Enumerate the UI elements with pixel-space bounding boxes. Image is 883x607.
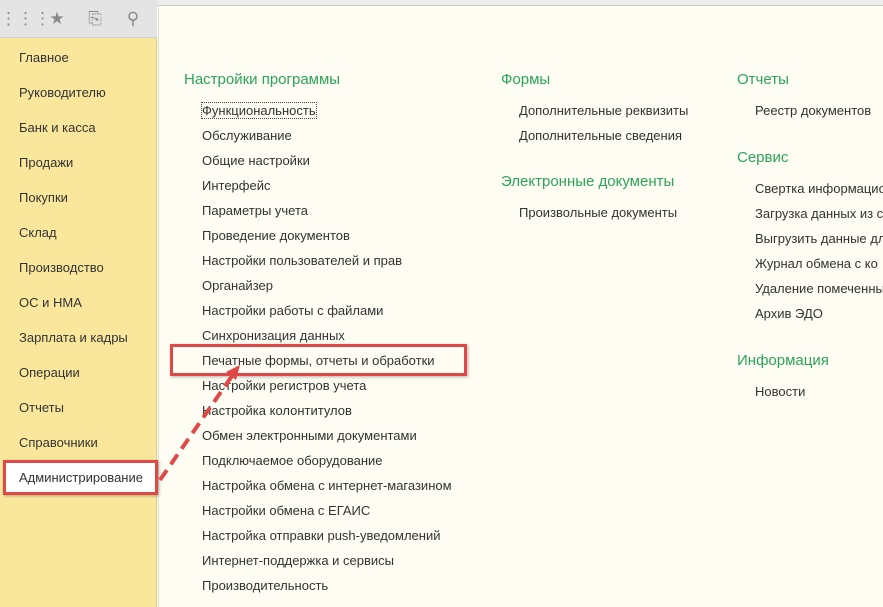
menu-link-label: Журнал обмена с ко: [755, 256, 878, 271]
menu-link-label: Синхронизация данных: [202, 328, 345, 343]
menu-link-label: Обслуживание: [202, 128, 292, 143]
menu-link[interactable]: Произвольные документы: [501, 200, 731, 225]
group-title: Отчеты: [737, 71, 789, 88]
menu-link[interactable]: Интернет-поддержка и сервисы: [184, 548, 484, 573]
menu-column: Формы Дополнительные реквизиты Дополнитель…: [501, 67, 731, 225]
menu-link[interactable]: Органайзер: [184, 273, 484, 298]
menu-column: Отчеты Реестр документов Сервис Свертка инф…: [737, 67, 883, 404]
sidebar-item[interactable]: Зарплата и кадры: [3, 320, 157, 355]
menu-link-label: Настройка обмена с интернет-магазином: [202, 478, 452, 493]
sidebar-item[interactable]: ОС и НМА: [3, 285, 157, 320]
group-title: Формы: [501, 71, 551, 88]
menu-link-label: Параметры учета: [202, 203, 309, 218]
menu-link[interactable]: Загрузка данных из с: [737, 201, 883, 226]
menu-link-label: Настройки работы с файлами: [202, 303, 384, 318]
menu-link[interactable]: Настройка отправки push-уведомлений: [184, 523, 484, 548]
sidebar-item[interactable]: Банк и касса: [3, 110, 157, 145]
sidebar-item[interactable]: Продажи: [3, 145, 157, 180]
search-icon[interactable]: ⚲: [114, 9, 152, 29]
menu-link-label: Интернет-поддержка и сервисы: [202, 553, 395, 568]
menu-link[interactable]: Настройка обмена с интернет-магазином: [184, 473, 484, 498]
menu-link-label: Производительность: [202, 578, 329, 593]
menu-link-label: Свертка информацио: [755, 181, 883, 196]
group-title: Настройки программы: [184, 71, 341, 88]
menu-link-label: Архив ЭДО: [755, 306, 823, 321]
sidebar-item[interactable]: Главное: [3, 40, 157, 75]
menu-link[interactable]: Обслуживание: [184, 123, 484, 148]
menu-link[interactable]: Функциональность: [184, 98, 484, 123]
menu-link-label: Удаление помеченны: [755, 281, 883, 296]
menu-link[interactable]: Обмен электронными документами: [184, 423, 484, 448]
menu-link-label: Подключаемое оборудование: [202, 453, 383, 468]
menu-link-label: Загрузка данных из с: [755, 206, 883, 221]
menu-link[interactable]: Параметры учета: [184, 198, 484, 223]
menu-link[interactable]: Выгрузить данные дл: [737, 226, 883, 251]
sidebar-item[interactable]: Руководителю: [3, 75, 157, 110]
menu-link[interactable]: Архив ЭДО: [737, 301, 883, 326]
highlight-print-forms: [170, 344, 467, 376]
group-title: Электронные документы: [501, 173, 675, 190]
star-icon[interactable]: ★: [38, 9, 76, 29]
menu-link-label: Интерфейс: [202, 178, 271, 193]
menu-link-label: Новости: [755, 384, 806, 399]
menu-link[interactable]: Настройки обмена с ЕГАИС: [184, 498, 484, 523]
sidebar: Главное Руководителю Банк и касса Продажи По…: [0, 38, 157, 607]
menu-link-label: Настройки регистров учета: [202, 378, 367, 393]
apps-grid-icon[interactable]: ⋮⋮⋮: [0, 9, 51, 29]
admin-panel: Настройки программы Функциональность Обслу…: [158, 6, 883, 607]
sidebar-item[interactable]: Операции: [3, 355, 157, 390]
menu-column: Настройки программы Функциональность Обслу…: [184, 67, 484, 598]
menu-link[interactable]: Настройки регистров учета: [184, 373, 484, 398]
menu-link-label: Настройки пользователей и прав: [202, 253, 403, 268]
sidebar-item[interactable]: Производство: [3, 250, 157, 285]
group-title: Информация: [737, 352, 829, 369]
toolbar: ⋮⋮⋮ ★ ⎘ ⚲: [0, 0, 157, 38]
menu-link[interactable]: Новости: [737, 379, 883, 404]
menu-link[interactable]: Свертка информацио: [737, 176, 883, 201]
menu-link[interactable]: Производительность: [184, 573, 484, 598]
menu-link-label: Органайзер: [202, 278, 273, 293]
menu-link-label: Обмен электронными документами: [202, 428, 417, 443]
sidebar-item[interactable]: Склад: [3, 215, 157, 250]
group-title: Сервис: [737, 149, 789, 166]
menu-link[interactable]: Проведение документов: [184, 223, 484, 248]
menu-link-label: Дополнительные реквизиты: [519, 103, 689, 118]
menu-link[interactable]: Подключаемое оборудование: [184, 448, 484, 473]
sidebar-item[interactable]: Справочники: [3, 425, 157, 460]
menu-link[interactable]: Дополнительные реквизиты: [501, 98, 731, 123]
menu-link[interactable]: Реестр документов: [737, 98, 883, 123]
menu-link[interactable]: Дополнительные сведения: [501, 123, 731, 148]
menu-link[interactable]: Настройка колонтитулов: [184, 398, 484, 423]
menu-link-label: Проведение документов: [202, 228, 350, 243]
sidebar-item[interactable]: Покупки: [3, 180, 157, 215]
menu-link[interactable]: Общие настройки: [184, 148, 484, 173]
menu-link-label: Настройка колонтитулов: [202, 403, 352, 418]
sidebar-item[interactable]: Отчеты: [3, 390, 157, 425]
menu-link-label: Произвольные документы: [519, 205, 678, 220]
history-icon[interactable]: ⎘: [76, 9, 114, 29]
menu-link-label: Общие настройки: [202, 153, 310, 168]
menu-link-label: Дополнительные сведения: [519, 128, 683, 143]
menu-link-label: Реестр документов: [755, 103, 872, 118]
menu-link[interactable]: Настройки работы с файлами: [184, 298, 484, 323]
menu-link-label: Выгрузить данные дл: [755, 231, 883, 246]
menu-link[interactable]: Удаление помеченны: [737, 276, 883, 301]
menu-link-label: Настройки обмена с ЕГАИС: [202, 503, 371, 518]
menu-link[interactable]: Настройки пользователей и прав: [184, 248, 484, 273]
highlight-administration: [3, 460, 158, 495]
menu-link[interactable]: Журнал обмена с ко: [737, 251, 883, 276]
menu-link-label: Настройка отправки push-уведомлений: [202, 528, 441, 543]
menu-link-label: Функциональность: [201, 102, 317, 119]
menu-link[interactable]: Интерфейс: [184, 173, 484, 198]
